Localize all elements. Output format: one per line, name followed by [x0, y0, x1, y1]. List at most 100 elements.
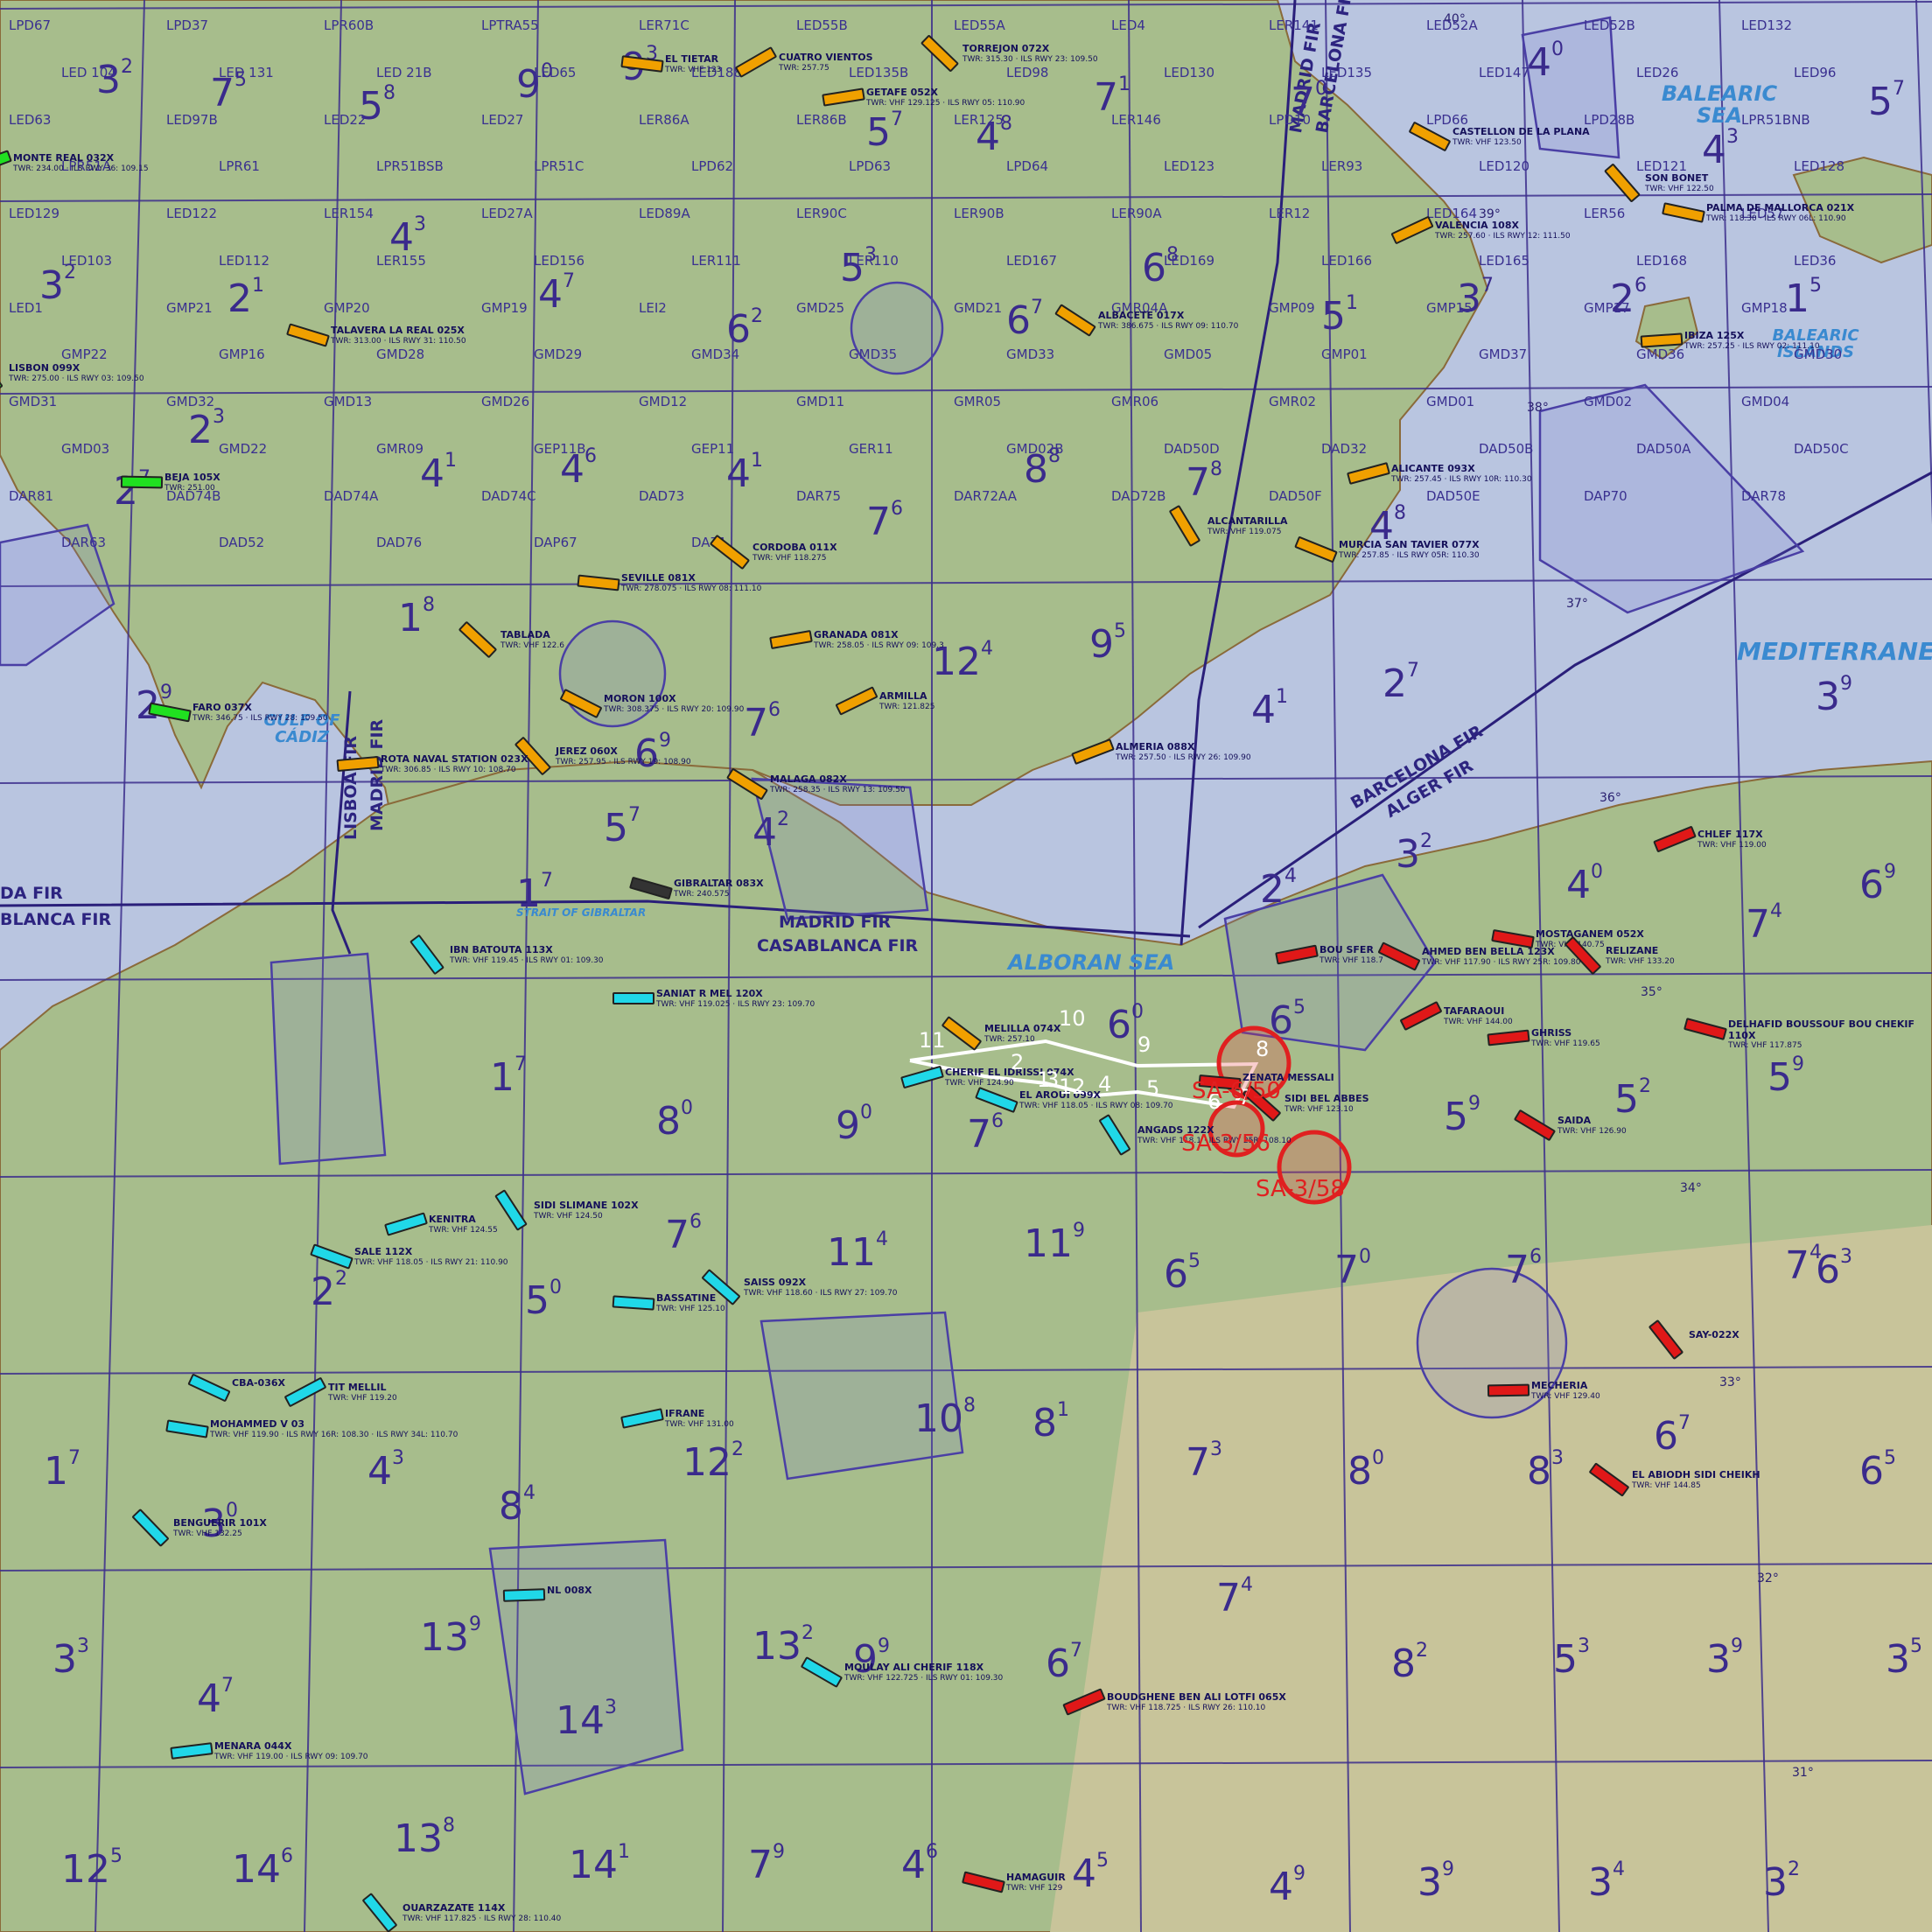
airport-label[interactable]: CASTELLON DE LA PLANA TWR: VHF 123.50	[1452, 126, 1590, 147]
area-code: LPR60B	[324, 18, 374, 33]
airport-label[interactable]: NL 008X	[547, 1585, 592, 1597]
airport-runway-icon[interactable]	[1487, 1383, 1530, 1397]
airport-label[interactable]: MELILLA 074X TWR: 257.10	[984, 1023, 1060, 1044]
airport-label[interactable]: MONTE REAL 032X TWR: 234.00 · ILS RWY 36:…	[13, 152, 149, 173]
airport-label[interactable]: LISBON 099X TWR: 275.00 · ILS RWY 03: 109…	[9, 362, 144, 383]
sector-subscript: 1	[1346, 292, 1358, 314]
airport-label[interactable]: JEREZ 060X TWR: 257.95 · ILS RWY 19: 108.…	[556, 746, 691, 766]
airport-label[interactable]: MENARA 044X TWR: VHF 119.00 · ILS RWY 09:…	[214, 1740, 368, 1761]
airport-info: TWR: VHF 126.90	[1558, 1126, 1627, 1136]
fir-label-blanca: BLANCA FIR	[0, 910, 112, 929]
airport-label[interactable]: ALBACETE 017X TWR: 386.675 · ILS RWY 09: …	[1098, 310, 1239, 331]
airport-name: ALBACETE 017X	[1098, 310, 1185, 321]
waypoint-label[interactable]: 5	[1146, 1076, 1159, 1101]
airport-label[interactable]: IFRANE TWR: VHF 131.00	[665, 1408, 734, 1429]
area-code: DAD50B	[1479, 440, 1534, 457]
airport-name: MECHERIA	[1531, 1380, 1588, 1391]
sector-subscript: 7	[1070, 1640, 1082, 1662]
airport-name: SAISS 092X	[744, 1277, 807, 1288]
waypoint-label[interactable]: 12	[1059, 1074, 1086, 1099]
waypoint-label[interactable]: 2	[1011, 1050, 1024, 1074]
airport-label[interactable]: IBIZA 125X TWR: 257.25 · ILS RWY 02: 111.…	[1684, 330, 1820, 351]
airport-label[interactable]: GETAFE 052X TWR: VHF 129.125 · ILS RWY 05…	[866, 87, 1025, 108]
airport-label[interactable]: FARO 037X TWR: 346.75 · ILS RWY 28: 109.5…	[192, 702, 328, 723]
airport-label[interactable]: TALAVERA LA REAL 025X TWR: 313.00 · ILS R…	[331, 325, 466, 346]
airport-label[interactable]: CUATRO VIENTOS TWR: 257.75	[779, 52, 873, 73]
airport-runway-icon[interactable]	[502, 1588, 546, 1602]
airport-label[interactable]: MOULAY ALI CHERIF 118X TWR: VHF 122.725 ·…	[844, 1662, 1003, 1683]
airport-label[interactable]: OUARZAZATE 114X TWR: VHF 117.825 · ILS RW…	[402, 1902, 561, 1923]
airport-label[interactable]: HAMAGUIR TWR: VHF 129	[1006, 1872, 1066, 1893]
waypoint-label[interactable]: 11	[919, 1028, 946, 1053]
sector-number: 141	[569, 1843, 630, 1885]
waypoint-label[interactable]: 8	[1256, 1037, 1269, 1061]
sector-subscript: 7	[891, 108, 903, 130]
airport-label[interactable]: GRANADA 081X TWR: 258.05 · ILS RWY 09: 10…	[814, 629, 944, 650]
airport-label[interactable]: MALAGA 082X TWR: 258.35 · ILS RWY 13: 109…	[770, 774, 906, 794]
sector-value: 7	[1746, 902, 1770, 947]
airport-label[interactable]: SIDI SLIMANE 102X TWR: VHF 124.50	[534, 1200, 639, 1221]
airport-label[interactable]: BASSATINE TWR: VHF 125.10	[656, 1292, 725, 1313]
waypoint-label[interactable]: 1	[1037, 1068, 1050, 1092]
airport-label[interactable]: TIT MELLIL TWR: VHF 119.20	[328, 1382, 397, 1403]
airport-label[interactable]: KENITRA TWR: VHF 124.55	[429, 1214, 498, 1235]
waypoint-label[interactable]: 4	[1098, 1072, 1111, 1096]
airport-label[interactable]: CORDOBA 011X TWR: VHF 118.275	[752, 542, 837, 563]
airport-label[interactable]: SIDI BEL ABBES TWR: VHF 123.10	[1284, 1093, 1369, 1114]
airport-runway-icon[interactable]	[612, 992, 654, 1004]
airport-label[interactable]: MORON 100X TWR: 308.375 · ILS RWY 20: 109…	[604, 693, 744, 714]
airport-label[interactable]: DELHAFID BOUSSOUF BOU CHEKIF 110X TWR: VH…	[1728, 1018, 1932, 1051]
waypoint-label[interactable]: 10	[1059, 1006, 1086, 1031]
airport-label[interactable]: BOU SFER TWR: VHF 118.7	[1320, 944, 1383, 965]
sector-value: 4	[368, 1449, 392, 1494]
airport-label[interactable]: ALICANTE 093X TWR: 257.45 · ILS RWY 10R: …	[1391, 463, 1532, 484]
airport-label[interactable]: SEVILLE 081X TWR: 278.075 · ILS RWY 08: 1…	[621, 572, 761, 593]
airport-label[interactable]: GHRISS TWR: VHF 119.65	[1531, 1027, 1600, 1048]
airport-label[interactable]: EL TIETAR TWR: VHF 123	[665, 53, 721, 74]
airport-runway-icon[interactable]	[120, 475, 164, 489]
airport-label[interactable]: TAFARAOUI TWR: VHF 144.00	[1444, 1005, 1513, 1026]
airport-label[interactable]: CHLEF 117X TWR: VHF 119.00	[1698, 829, 1767, 850]
sam-threat-label[interactable]: SA-3/58	[1256, 1176, 1345, 1202]
airport-label[interactable]: RELIZANE TWR: VHF 133.20	[1606, 945, 1675, 966]
airport-label[interactable]: AHMED BEN BELLA 123X TWR: VHF 117.90 · IL…	[1422, 946, 1581, 967]
airport-label[interactable]: MOHAMMED V 03 TWR: VHF 119.90 · ILS RWY 1…	[210, 1418, 458, 1439]
airport-label[interactable]: SALE 112X TWR: VHF 118.05 · ILS RWY 21: 1…	[354, 1246, 508, 1267]
airport-label[interactable]: ALMERIA 088X TWR: 257.50 · ILS RWY 26: 10…	[1116, 741, 1251, 762]
airport-label[interactable]: SANIAT R MEL 120X TWR: VHF 119.025 · ILS …	[656, 988, 815, 1009]
airport-label[interactable]: VALENCIA 108X TWR: 257.60 · ILS RWY 12: 1…	[1435, 220, 1571, 241]
airport-label[interactable]: GIBRALTAR 083X TWR: 240.575	[674, 878, 764, 899]
sam-threat-label[interactable]: SA-6/50	[1192, 1078, 1281, 1104]
sector-number: 76	[866, 500, 903, 542]
airport-label[interactable]: SAY-022X	[1689, 1329, 1740, 1341]
airport-label[interactable]: BOUDGHENE BEN ALI LOTFI 065X TWR: VHF 118…	[1107, 1691, 1286, 1712]
area-code: LER90B	[954, 206, 1004, 222]
airport-label[interactable]: MURCIA SAN TAVIER 077X TWR: 257.85 · ILS …	[1339, 539, 1480, 560]
waypoint-label[interactable]: 9	[1138, 1032, 1151, 1057]
sector-value: 7	[1334, 1248, 1359, 1292]
airport-label[interactable]: MECHERIA TWR: VHF 129.40	[1531, 1380, 1600, 1401]
airport-label[interactable]: ARMILLA TWR: 121.825	[879, 690, 934, 711]
tactical-map[interactable]: LISBOA FIR MADRID FIR MADRID FIR BARCELO…	[0, 0, 1932, 1932]
airport-label[interactable]: PALMA DE MALLORCA 021X TWR: 118.30 · ILS …	[1706, 202, 1854, 223]
sector-subscript: 2	[732, 1438, 744, 1460]
sector-value: 13	[394, 1816, 443, 1861]
airport-label[interactable]: BENGUERIR 101X TWR: VHF 132.25	[173, 1517, 267, 1538]
airport-label[interactable]: ALCANTARILLA TWR: VHF 119.075	[1208, 515, 1288, 536]
airport-info: TWR: 386.675 · ILS RWY 09: 110.70	[1098, 321, 1239, 331]
airport-label[interactable]: SON BONET TWR: VHF 122.50	[1645, 172, 1714, 193]
airport-label[interactable]: EL ABIODH SIDI CHEIKH TWR: VHF 144.85	[1632, 1469, 1760, 1490]
airport-label[interactable]: CBA-036X	[232, 1377, 285, 1390]
airport-label[interactable]: SAISS 092X TWR: VHF 118.60 · ILS RWY 27: …	[744, 1277, 898, 1298]
sector-number: 41	[420, 452, 457, 494]
airport-label[interactable]: ROTA NAVAL STATION 023X TWR: 306.85 · ILS…	[381, 753, 528, 774]
airport-label[interactable]: IBN BATOUTA 113X TWR: VHF 119.45 · ILS RW…	[450, 944, 604, 965]
sector-value: 7	[1216, 1576, 1241, 1620]
airport-label[interactable]: TABLADA TWR: VHF 122.6	[500, 629, 564, 650]
sam-threat-label[interactable]: SA-3/56	[1181, 1130, 1270, 1157]
airport-label[interactable]: TORREJON 072X TWR: 315.30 · ILS RWY 23: 1…	[962, 43, 1098, 64]
airport-label[interactable]: BEJA 105X TWR: 251.00	[164, 472, 220, 493]
airport-label[interactable]: SAIDA TWR: VHF 126.90	[1558, 1115, 1627, 1136]
fir-label-lisboa: LISBOA FIR	[341, 736, 360, 840]
airport-info: TWR: VHF 122.725 · ILS RWY 01: 109.30	[844, 1673, 1004, 1683]
